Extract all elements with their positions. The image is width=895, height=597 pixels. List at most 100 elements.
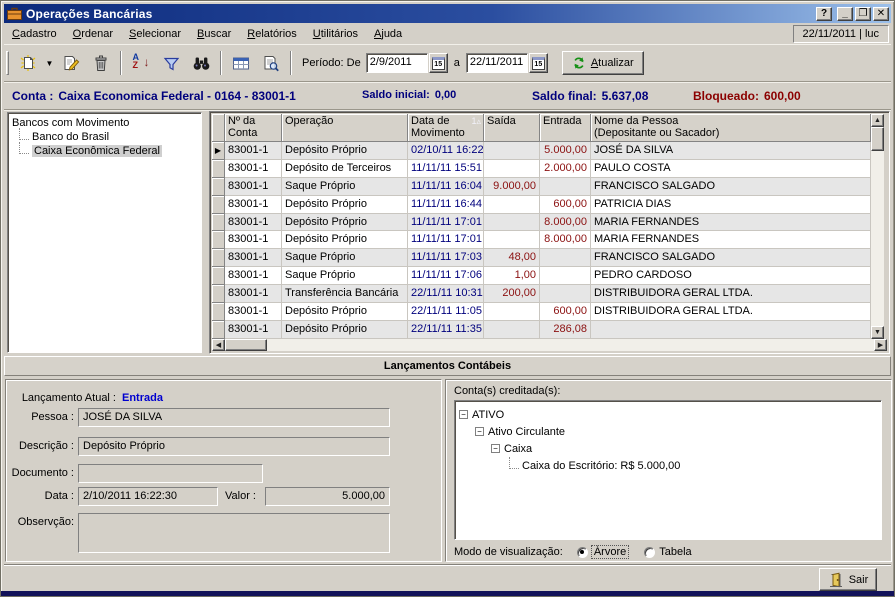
table-row[interactable]: 83001-1Depósito de Terceiros11/11/11 15:… [212, 160, 871, 178]
cell-saida[interactable]: 9.000,00 [484, 178, 540, 196]
collapse-icon[interactable]: − [475, 427, 484, 436]
cell-data[interactable]: 11/11/11 17:03 [408, 249, 484, 267]
help-button[interactable]: ? [816, 7, 832, 21]
cell-nome[interactable]: FRANCISCO SALGADO [591, 178, 871, 196]
cell-nome[interactable]: MARIA FERNANDES [591, 214, 871, 232]
cell-conta[interactable]: 83001-1 [225, 267, 282, 285]
col-header-conta[interactable]: Nº da Conta [225, 114, 282, 142]
table-row[interactable]: 83001-1Saque Próprio11/11/11 17:061,00PE… [212, 267, 871, 285]
cell-saida[interactable] [484, 231, 540, 249]
row-selector[interactable] [212, 160, 225, 178]
menu-item-utilitarios[interactable]: Utilitários [305, 25, 366, 43]
cell-saida[interactable] [484, 142, 540, 160]
cell-data[interactable]: 22/11/11 11:05 [408, 303, 484, 321]
scroll-left-button[interactable]: ◀ [212, 339, 225, 351]
valor-field[interactable]: 5.000,00 [265, 487, 390, 506]
cell-nome[interactable]: DISTRIBUIDORA GERAL LTDA. [591, 303, 871, 321]
pessoa-field[interactable]: JOSÉ DA SILVA [78, 408, 390, 427]
row-selector[interactable] [212, 231, 225, 249]
cell-entrada[interactable] [540, 178, 591, 196]
date-to-calendar-button[interactable]: 15 [529, 53, 548, 73]
cell-conta[interactable]: 83001-1 [225, 231, 282, 249]
credit-tree-item[interactable]: −ATIVO [459, 406, 877, 423]
cell-nome[interactable]: PEDRO CARDOSO [591, 267, 871, 285]
col-header-saida[interactable]: Saída [484, 114, 540, 142]
row-selector[interactable] [212, 196, 225, 214]
descricao-field[interactable]: Depósito Próprio [78, 437, 390, 456]
table-row[interactable]: 83001-1Transferência Bancária22/11/11 10… [212, 285, 871, 303]
cell-data[interactable]: 02/10/11 16:22 [408, 142, 484, 160]
cell-conta[interactable]: 83001-1 [225, 178, 282, 196]
observacao-field[interactable] [78, 513, 390, 553]
col-header-operacao[interactable]: Operação [282, 114, 408, 142]
menu-item-selecionar[interactable]: Selecionar [121, 25, 189, 43]
horizontal-scroll-thumb[interactable] [225, 339, 267, 351]
cell-entrada[interactable]: 600,00 [540, 196, 591, 214]
cell-conta[interactable]: 83001-1 [225, 214, 282, 232]
cell-nome[interactable]: DISTRIBUIDORA GERAL LTDA. [591, 285, 871, 303]
cell-conta[interactable]: 83001-1 [225, 285, 282, 303]
cell-operacao[interactable]: Depósito Próprio [282, 214, 408, 232]
table-row[interactable]: 83001-1Depósito Próprio11/11/11 16:44600… [212, 196, 871, 214]
collapse-icon[interactable]: − [459, 410, 468, 419]
cell-operacao[interactable]: Depósito Próprio [282, 303, 408, 321]
cell-data[interactable]: 11/11/11 17:01 [408, 214, 484, 232]
row-selector[interactable] [212, 321, 225, 339]
scroll-up-button[interactable]: ▲ [871, 114, 884, 127]
cell-operacao[interactable]: Saque Próprio [282, 249, 408, 267]
atualizar-button[interactable]: Atualizar [562, 51, 644, 75]
menu-item-cadastro[interactable]: Cadastro [4, 25, 65, 43]
horizontal-scrollbar[interactable]: ◀ ▶ [212, 339, 887, 351]
cell-operacao[interactable]: Depósito Próprio [282, 196, 408, 214]
cell-conta[interactable]: 83001-1 [225, 303, 282, 321]
cell-data[interactable]: 11/11/11 17:01 [408, 231, 484, 249]
credit-tree-item[interactable]: −Ativo Circulante [475, 423, 877, 440]
cell-nome[interactable] [591, 321, 871, 339]
cell-operacao[interactable]: Saque Próprio [282, 178, 408, 196]
vertical-scrollbar[interactable]: ▲ ▼ [871, 114, 884, 339]
toolbar-gripper[interactable] [6, 51, 9, 75]
close-button[interactable]: ✕ [873, 7, 889, 21]
col-header-data[interactable]: Data de Movimento1▵ [408, 114, 484, 142]
row-selector[interactable] [212, 285, 225, 303]
cell-nome[interactable]: FRANCISCO SALGADO [591, 249, 871, 267]
table-row[interactable]: 83001-1Depósito Próprio22/11/11 11:05600… [212, 303, 871, 321]
cell-entrada[interactable] [540, 285, 591, 303]
cell-data[interactable]: 11/11/11 16:04 [408, 178, 484, 196]
cell-saida[interactable] [484, 214, 540, 232]
minimize-button[interactable]: _ [837, 7, 853, 21]
scroll-right-button[interactable]: ▶ [874, 339, 887, 351]
table-row[interactable]: 83001-1Depósito Próprio11/11/11 17:018.0… [212, 214, 871, 232]
data-field[interactable]: 2/10/2011 16:22:30 [78, 487, 218, 506]
cell-entrada[interactable]: 8.000,00 [540, 231, 591, 249]
cell-entrada[interactable]: 2.000,00 [540, 160, 591, 178]
cell-operacao[interactable]: Depósito Próprio [282, 321, 408, 339]
row-selector[interactable] [212, 267, 225, 285]
view-mode-option-arvore[interactable]: Árvore [577, 546, 628, 558]
radio-tabela[interactable] [644, 547, 655, 558]
bank-tree-item-selected[interactable]: Caixa Econômica Federal [19, 144, 199, 158]
row-selector[interactable] [212, 249, 225, 267]
radio-arvore[interactable] [577, 547, 588, 558]
menu-item-buscar[interactable]: Buscar [189, 25, 239, 43]
delete-record-button[interactable] [86, 50, 116, 76]
cell-data[interactable]: 22/11/11 11:35 [408, 321, 484, 339]
cell-entrada[interactable] [540, 267, 591, 285]
cell-operacao[interactable]: Depósito de Terceiros [282, 160, 408, 178]
menu-item-ajuda[interactable]: Ajuda [366, 25, 410, 43]
date-from-calendar-button[interactable]: 15 [429, 53, 448, 73]
cell-saida[interactable] [484, 160, 540, 178]
vertical-scroll-thumb[interactable] [871, 127, 884, 151]
credit-tree-item[interactable]: Caixa do Escritório: R$ 5.000,00 [509, 457, 877, 474]
sair-button[interactable]: Sair [819, 568, 877, 591]
search-button[interactable] [186, 50, 216, 76]
menu-item-relatorios[interactable]: Relatórios [239, 25, 305, 43]
vertical-scroll-track[interactable] [871, 151, 884, 326]
cell-nome[interactable]: JOSÉ DA SILVA [591, 142, 871, 160]
view-mode-option-tabela[interactable]: Tabela [644, 546, 691, 558]
collapse-icon[interactable]: − [491, 444, 500, 453]
cell-nome[interactable]: MARIA FERNANDES [591, 231, 871, 249]
cell-entrada[interactable]: 286,08 [540, 321, 591, 339]
cell-data[interactable]: 11/11/11 16:44 [408, 196, 484, 214]
col-header-nome[interactable]: Nome da Pessoa (Depositante ou Sacador) [591, 114, 871, 142]
